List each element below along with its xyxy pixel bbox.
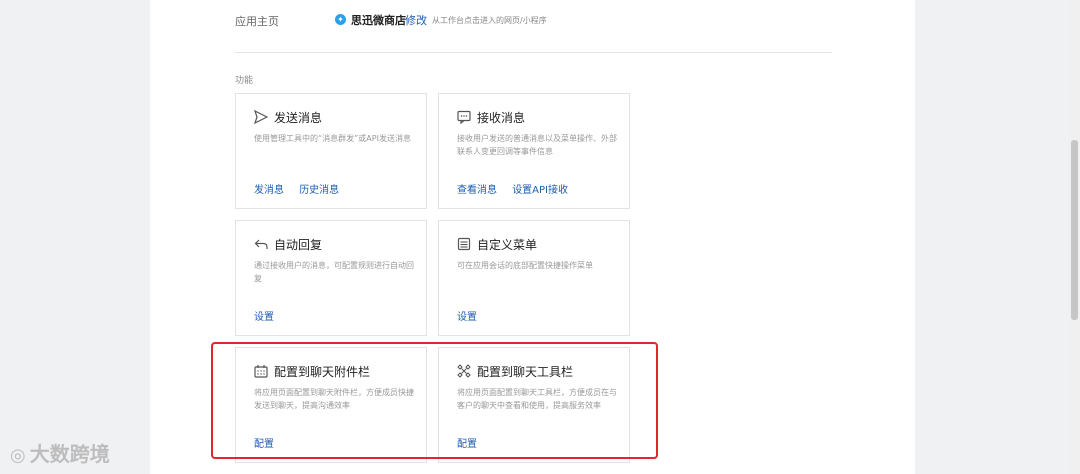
scrollbar-thumb[interactable]	[1071, 140, 1078, 320]
card-description: 接收用户发送的普通消息以及菜单操作、外部联系人变更回调等事件信息	[457, 134, 617, 156]
set-api-receive-link[interactable]: 设置API接收	[512, 185, 568, 196]
card-title: 发送消息	[274, 111, 323, 125]
card-custom-menu: 自定义菜单 可在应用会话的底部配置快捷操作菜单 设置	[438, 220, 630, 336]
menu-icon	[457, 237, 471, 251]
homepage-hint: 从工作台点击进入的网页/小程序	[432, 16, 547, 25]
watermark: ◎ 大数跨境	[10, 438, 110, 468]
card-links: 发消息 历史消息	[254, 181, 351, 196]
section-title: 功能	[235, 76, 254, 86]
divider	[235, 52, 832, 53]
card-auto-reply: 自动回复 通过接收用户的消息，可配置规则进行自动回复 设置	[235, 220, 427, 336]
card-description: 通过接收用户的消息，可配置规则进行自动回复	[254, 261, 414, 283]
custom-menu-settings-link[interactable]: 设置	[457, 312, 477, 323]
scrollbar[interactable]	[1069, 0, 1080, 474]
history-message-link[interactable]: 历史消息	[299, 185, 339, 196]
auto-reply-settings-link[interactable]: 设置	[254, 312, 274, 323]
card-title: 自动回复	[274, 238, 323, 252]
card-description: 使用管理工具中的“消息群发”或API发送消息	[254, 134, 411, 143]
reply-icon	[254, 237, 268, 251]
card-description: 可在应用会话的底部配置快捷操作菜单	[457, 261, 593, 270]
app-name: 思迅微商店	[351, 14, 406, 27]
card-send-message: 发送消息 使用管理工具中的“消息群发”或API发送消息 发消息 历史消息	[235, 93, 427, 209]
card-receive-message: 接收消息 接收用户发送的普通消息以及菜单操作、外部联系人变更回调等事件信息 查看…	[438, 93, 630, 209]
message-icon	[457, 110, 471, 125]
card-links: 设置	[457, 308, 489, 323]
edit-homepage-link[interactable]: 修改	[405, 12, 427, 28]
card-title: 接收消息	[477, 111, 526, 125]
watermark-logo-icon: ◎	[10, 445, 26, 466]
send-icon	[253, 109, 269, 125]
card-title: 自定义菜单	[477, 238, 538, 252]
view-messages-link[interactable]: 查看消息	[457, 185, 497, 196]
homepage-label: 应用主页	[235, 15, 279, 28]
send-message-link[interactable]: 发消息	[254, 185, 284, 196]
highlight-box	[211, 342, 658, 459]
card-links: 设置	[254, 308, 286, 323]
card-links: 查看消息 设置API接收	[457, 181, 580, 196]
watermark-text: 大数跨境	[29, 442, 110, 466]
app-logo-icon: ✦	[335, 14, 346, 25]
